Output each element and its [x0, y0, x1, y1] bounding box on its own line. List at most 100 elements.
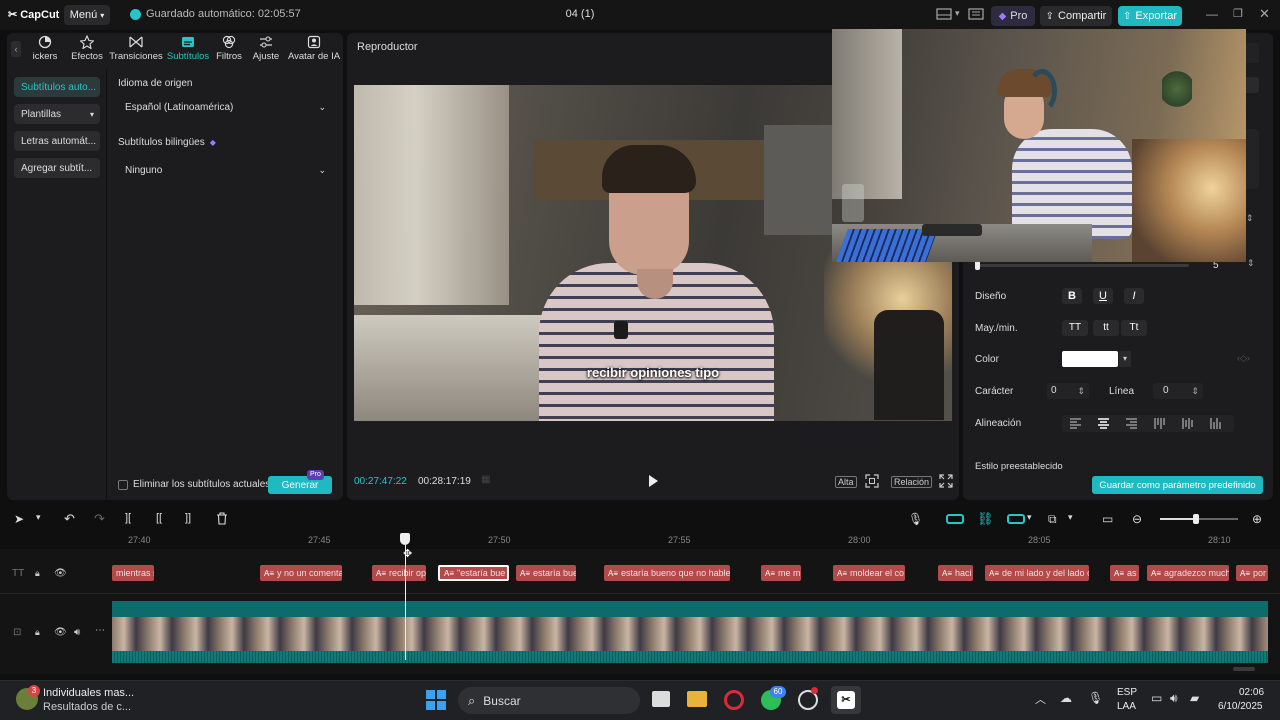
play-icon[interactable] [647, 474, 659, 488]
main-track-magnet-icon[interactable] [946, 514, 964, 524]
subtitle-clip[interactable]: A≡ y no un comenta [260, 565, 342, 581]
ratio-button[interactable]: Relación [891, 476, 933, 488]
save-preset-button[interactable]: Guardar como parámetro predefinido [1092, 476, 1263, 494]
layout-icon[interactable] [936, 8, 952, 20]
redo-icon[interactable]: ↷ [94, 511, 105, 527]
tab-stickers[interactable]: ickers [25, 35, 65, 65]
minimize-icon[interactable]: — [1206, 7, 1218, 21]
source-language-select[interactable]: Español (Latinoamérica) ⌄ [118, 97, 332, 117]
subnav-add-subtitles[interactable]: Agregar subtít... [14, 158, 100, 178]
undo-icon[interactable]: ↶ [64, 511, 75, 527]
opera-icon[interactable] [724, 690, 744, 710]
case-title-button[interactable]: Tt [1121, 320, 1147, 336]
battery-icon[interactable]: ▰ [1190, 691, 1199, 705]
file-explorer-icon[interactable] [687, 691, 707, 707]
keyframe-icon[interactable]: ‹◇› [1237, 353, 1250, 364]
subtitle-clip-selected[interactable]: A≡ "estaría bue [438, 565, 509, 581]
news-widget-subtitle[interactable]: Resultados de c... [43, 701, 131, 713]
checkbox[interactable] [118, 479, 128, 490]
subtitle-clip[interactable]: mientras se [112, 565, 154, 581]
volume-icon[interactable]: 🔊︎ [1170, 691, 1178, 706]
subtitle-clip[interactable]: A≡ as [1110, 565, 1139, 581]
align-vertical-center-icon[interactable] [1182, 418, 1193, 429]
trim-left-icon[interactable]: [[ [156, 512, 162, 524]
chevron-down-icon[interactable]: ▾ [1068, 512, 1073, 523]
export-button[interactable]: ⇧ Exportar [1118, 6, 1182, 26]
stepper-icon[interactable]: ⇕ [1246, 213, 1254, 224]
more-icon[interactable]: ⋯ [95, 625, 105, 636]
fit-icon[interactable] [865, 474, 879, 488]
subtitle-clip[interactable]: A≡ agradezco much [1147, 565, 1229, 581]
taskbar-search[interactable]: ⌕ Buscar [458, 687, 640, 714]
tab-scroll-left-icon[interactable]: ‹ [11, 41, 21, 57]
tab-adjust[interactable]: Ajuste [249, 35, 283, 65]
align-right-icon[interactable] [1126, 418, 1137, 429]
subtitle-clip[interactable]: A≡ recibir op [372, 565, 426, 581]
layout-chevron-icon[interactable]: ▾ [955, 8, 960, 19]
select-tool-icon[interactable]: ➤ [14, 512, 24, 526]
menu-button[interactable]: Menú ▾ [64, 5, 110, 25]
bold-button[interactable]: B [1062, 288, 1082, 304]
clock-time[interactable]: 02:06 [1239, 687, 1264, 698]
video-clip-thumbnails[interactable] [112, 617, 1268, 651]
subtitle-clip[interactable]: A≡me me ir [761, 565, 801, 581]
subnav-templates[interactable]: Plantillas ▾ [14, 104, 100, 124]
stepper-icon[interactable]: ⇕ [1191, 383, 1199, 399]
capcut-taskbar-button[interactable]: ✂ [831, 686, 861, 714]
language-bottom[interactable]: LAA [1117, 701, 1136, 712]
stepper-icon[interactable]: ⇕ [1077, 383, 1085, 399]
preview-axis-icon[interactable]: ⧉ [1048, 512, 1057, 527]
fullscreen-icon[interactable] [939, 474, 953, 488]
eye-icon[interactable]: 👁︎ [54, 627, 67, 638]
align-vertical-bottom-icon[interactable] [1210, 418, 1221, 429]
underline-button[interactable]: U [1093, 288, 1113, 304]
char-spacing-input[interactable]: 0 ⇕ [1047, 383, 1089, 399]
delete-icon[interactable] [216, 512, 228, 525]
zoom-out-icon[interactable]: ⊖ [1132, 512, 1142, 526]
chevron-down-icon[interactable]: ▾ [36, 512, 41, 523]
size-stepper-icon[interactable]: ⇕ [1247, 258, 1255, 269]
subtitle-clip[interactable]: A≡ de mi lado y del lado d [985, 565, 1089, 581]
subnav-auto-subtitles[interactable]: Subtítulos auto... [14, 77, 100, 97]
task-view-icon[interactable] [652, 691, 670, 707]
color-swatch[interactable] [1062, 351, 1118, 367]
linkage-icon[interactable] [1007, 514, 1025, 524]
microphone-icon[interactable]: 🎙 [1088, 691, 1103, 705]
clock-date[interactable]: 6/10/2025 [1218, 701, 1263, 712]
auto-snap-icon[interactable]: ⛓ [977, 511, 994, 527]
restore-icon[interactable]: ❐ [1233, 7, 1243, 20]
italic-button[interactable]: I [1124, 288, 1144, 304]
timeline-ruler[interactable]: 27:40 27:45 27:50 27:55 28:00 28:05 28:1… [112, 533, 1268, 549]
news-widget-title[interactable]: Individuales mas... [43, 687, 134, 699]
horizontal-scrollbar[interactable] [1233, 667, 1255, 671]
subtitle-clip[interactable]: A≡ haci [938, 565, 973, 581]
onedrive-icon[interactable]: ☁ [1060, 691, 1072, 705]
tab-transitions[interactable]: Transiciones [107, 35, 165, 65]
size-slider-track[interactable] [975, 264, 1189, 267]
bilingual-select[interactable]: Ninguno ⌄ [118, 160, 332, 180]
subtitle-clip[interactable]: A≡ moldear el co [833, 565, 905, 581]
windows-start-icon[interactable] [426, 690, 446, 710]
playhead-handle[interactable] [400, 533, 410, 545]
chevron-down-icon[interactable]: ▾ [1119, 351, 1131, 367]
zoom-slider-handle[interactable] [1193, 514, 1199, 524]
case-upper-button[interactable]: TT [1062, 320, 1088, 336]
keyboard-icon[interactable] [968, 8, 984, 20]
tab-ai-avatar[interactable]: Avatar de IA [287, 35, 341, 65]
lock-icon[interactable]: 🔒︎ [35, 627, 40, 638]
align-left-icon[interactable] [1070, 418, 1081, 429]
timeline-grid-icon[interactable]: ▦ [481, 474, 501, 487]
chevron-up-icon[interactable]: ︿ [1035, 691, 1046, 707]
split-icon[interactable]: ][ [125, 512, 131, 524]
pro-button[interactable]: ◆ Pro [991, 6, 1035, 26]
zoom-in-icon[interactable]: ⊕ [1252, 512, 1262, 526]
display-icon[interactable]: ▭ [1151, 691, 1162, 705]
volume-icon[interactable]: 🔊︎ [74, 627, 80, 638]
subtitle-clip[interactable]: A≡ por [1236, 565, 1268, 581]
share-button[interactable]: ⇪ Compartir [1040, 6, 1112, 26]
close-icon[interactable]: ✕ [1259, 6, 1270, 22]
chevron-down-icon[interactable]: ▾ [1027, 512, 1032, 523]
align-center-icon[interactable] [1098, 418, 1109, 429]
eye-icon[interactable]: 👁︎ [54, 568, 67, 579]
quality-button[interactable]: Alta [835, 476, 857, 488]
